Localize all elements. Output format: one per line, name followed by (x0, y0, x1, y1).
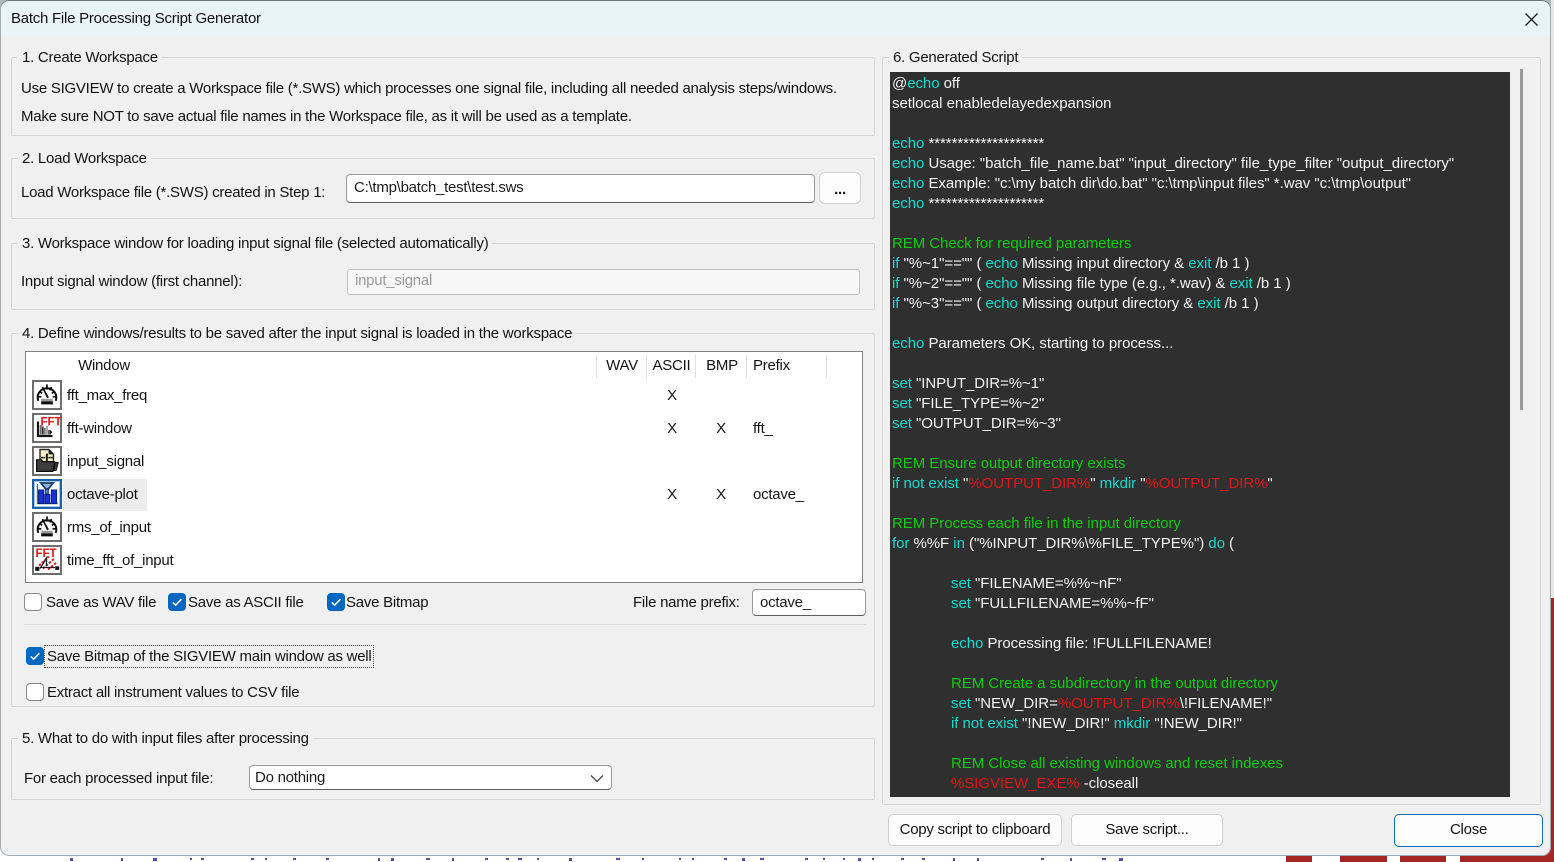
svg-text:FFT: FFT (41, 417, 62, 429)
